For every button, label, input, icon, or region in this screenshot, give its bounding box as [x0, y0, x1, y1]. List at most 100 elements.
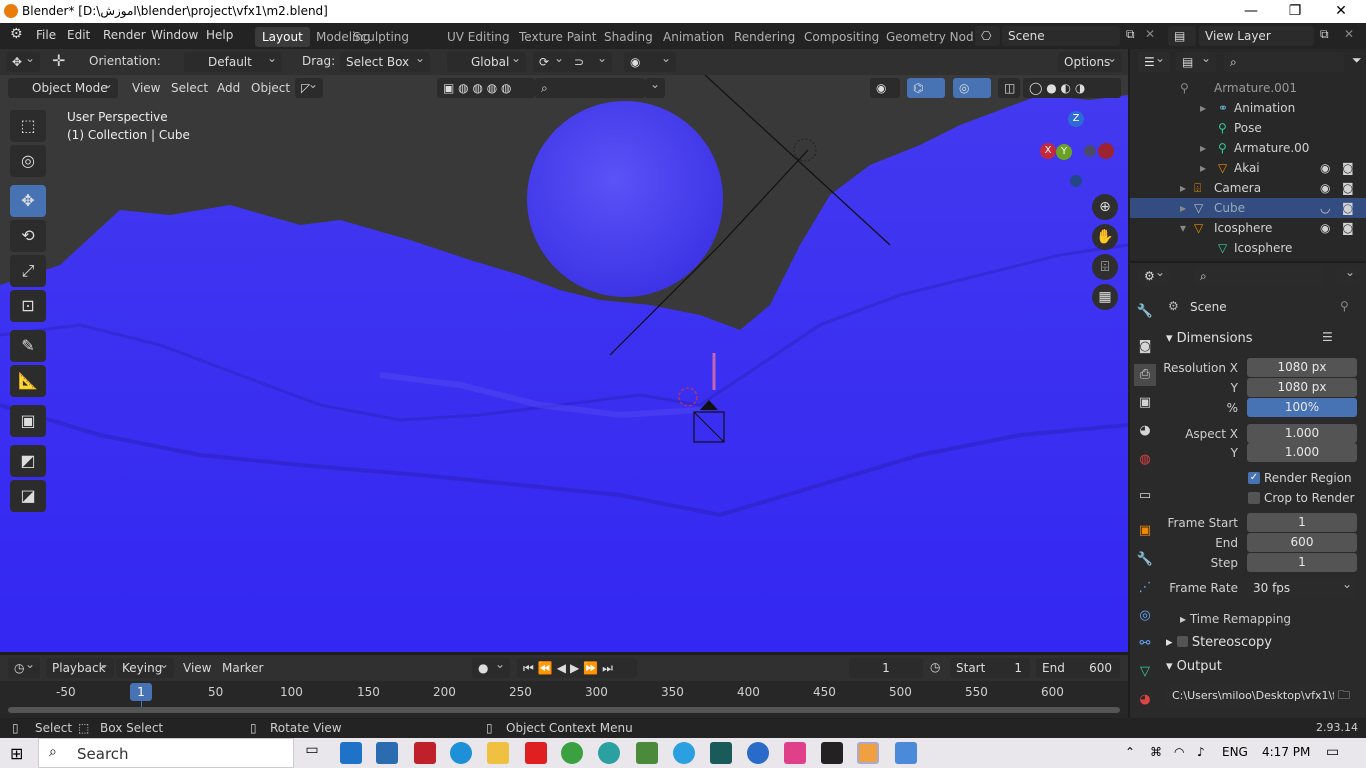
- app-icon[interactable]: [636, 742, 658, 764]
- app-icon[interactable]: [414, 742, 436, 764]
- overlay-toggle-icon[interactable]: ◎: [953, 78, 991, 98]
- instagram-icon[interactable]: [784, 742, 806, 764]
- timeline-scrollbar[interactable]: [8, 707, 1120, 713]
- timeline-menu-view[interactable]: View: [183, 661, 211, 675]
- properties-search-icon[interactable]: ⌕: [1194, 266, 1324, 286]
- start-frame-field[interactable]: Start 1: [950, 658, 1030, 678]
- file-explorer-icon[interactable]: [487, 742, 509, 764]
- editor-type-icon[interactable]: ✥: [6, 51, 40, 72]
- view-layer-field[interactable]: View Layer: [1199, 26, 1314, 46]
- edge-icon[interactable]: [450, 742, 472, 764]
- view-layer-new-icon[interactable]: ⧉: [1320, 27, 1329, 42]
- app-icon[interactable]: [710, 742, 732, 764]
- language-indicator[interactable]: ENG: [1222, 745, 1248, 759]
- data-tab-icon[interactable]: ▽: [1134, 661, 1156, 683]
- outliner-row-icosphere[interactable]: ▾ ▽ Icosphere ◉ ◙: [1130, 218, 1366, 238]
- measure-tool-icon[interactable]: 📐: [10, 365, 46, 397]
- stereoscopy-section[interactable]: ▸ Stereoscopy: [1166, 635, 1272, 650]
- render-tab-icon[interactable]: ◙: [1134, 336, 1156, 358]
- gizmo-toggle-icon[interactable]: ⌬: [907, 78, 945, 98]
- maximize-button[interactable]: ❐: [1272, 0, 1318, 23]
- app-icon[interactable]: [895, 742, 917, 764]
- viewport-search-icon[interactable]: ⌕: [535, 78, 645, 98]
- playhead[interactable]: 1: [130, 683, 152, 701]
- outliner-row-armature00[interactable]: ▸ ⚲ Armature.00: [1130, 138, 1366, 158]
- transform-affect-icon[interactable]: ◸: [295, 77, 323, 98]
- add-cube-tool-icon[interactable]: ▣: [10, 405, 46, 437]
- outliner-row-pose[interactable]: ⚲ Pose: [1130, 118, 1366, 138]
- render-camera-icon[interactable]: ◙: [1342, 161, 1354, 175]
- gizmo-neg-z-axis[interactable]: [1070, 175, 1082, 187]
- scene-selector-icon[interactable]: ⎔: [975, 26, 1000, 46]
- eye-hidden-icon[interactable]: ◡: [1320, 201, 1330, 215]
- blender-menu-icon[interactable]: ⚙: [10, 26, 23, 42]
- end-frame-field[interactable]: End 600: [1036, 658, 1120, 678]
- constraints-tab-icon[interactable]: ⚯: [1134, 633, 1156, 655]
- keying-menu[interactable]: Keying: [116, 657, 174, 678]
- view-layer-tab-icon[interactable]: ▣: [1134, 392, 1156, 414]
- tab-rendering[interactable]: Rendering: [727, 27, 802, 47]
- app-icon[interactable]: [340, 742, 362, 764]
- object-tab-icon[interactable]: ▣: [1134, 520, 1156, 542]
- proportional-edit-icon[interactable]: ◉: [624, 51, 676, 72]
- viewport-filter-dropdown[interactable]: [645, 77, 665, 98]
- record-icon[interactable]: ●: [472, 657, 510, 678]
- app-icon[interactable]: [747, 742, 769, 764]
- outliner-row-armature001[interactable]: ⚲ Armature.001: [1130, 78, 1366, 98]
- spin-tool-icon[interactable]: ◪: [10, 480, 46, 512]
- frame-rate-dropdown[interactable]: 30 fps: [1247, 577, 1357, 598]
- physics-tab-icon[interactable]: ◎: [1134, 605, 1156, 627]
- menu-edit[interactable]: Edit: [67, 28, 90, 42]
- output-tab-icon[interactable]: ⎙: [1134, 364, 1156, 386]
- outliner-row-animation[interactable]: ▸ ⚭ Animation: [1130, 98, 1366, 118]
- resolution-percent-field[interactable]: 100%: [1247, 398, 1357, 417]
- cursor-tool-icon[interactable]: ◎: [10, 145, 46, 177]
- clock-time[interactable]: 4:17 PM: [1262, 745, 1310, 759]
- visibility-icon[interactable]: ◉: [870, 78, 900, 98]
- pan-hand-icon[interactable]: ✋: [1092, 224, 1118, 250]
- ortho-grid-icon[interactable]: ▦: [1092, 284, 1118, 310]
- playback-controls[interactable]: ⏮⏪◀▶⏩⏭: [517, 658, 637, 678]
- render-camera-icon[interactable]: ◙: [1342, 221, 1354, 235]
- outliner-row-icosphere-data[interactable]: ▽ Icosphere: [1130, 238, 1366, 258]
- tab-sculpting[interactable]: Sculpting: [346, 27, 416, 47]
- playback-menu[interactable]: Playback: [46, 657, 114, 678]
- render-camera-icon[interactable]: ◙: [1342, 201, 1354, 215]
- material-tab-icon[interactable]: ◕: [1134, 689, 1156, 711]
- scene-name-field[interactable]: Scene: [1002, 26, 1120, 46]
- shading-mode-icons[interactable]: ◯ ● ◐ ◑: [1023, 78, 1121, 98]
- filter-icon[interactable]: ⏷: [1352, 53, 1362, 68]
- app-icon[interactable]: [376, 742, 398, 764]
- aspect-x-field[interactable]: 1.000: [1247, 424, 1357, 443]
- taskbar-search-box[interactable]: ⌕ Search: [38, 738, 294, 768]
- zoom-icon[interactable]: ⊕: [1092, 194, 1118, 220]
- render-camera-icon[interactable]: ◙: [1342, 181, 1354, 195]
- properties-editor-icon[interactable]: ⚙: [1138, 265, 1170, 286]
- tool-tab-icon[interactable]: 🔧: [1134, 301, 1156, 323]
- menu-window[interactable]: Window: [151, 28, 198, 42]
- pivot-point-icon[interactable]: ⟳: [533, 51, 569, 72]
- gizmo-x-axis[interactable]: X: [1040, 143, 1056, 159]
- current-frame-field[interactable]: 1: [849, 658, 923, 678]
- annotate-tool-icon[interactable]: ✎: [10, 330, 46, 362]
- scale-tool-icon[interactable]: ⤢: [10, 255, 46, 287]
- collection-tab-icon[interactable]: ▭: [1134, 485, 1156, 507]
- windows-start-icon[interactable]: ⊞: [10, 744, 23, 763]
- pin-icon[interactable]: ⚲: [1340, 299, 1349, 313]
- move-tool-button[interactable]: ✥: [10, 185, 46, 217]
- tab-shading[interactable]: Shading: [597, 27, 660, 47]
- eye-icon[interactable]: ◉: [1320, 161, 1330, 175]
- gizmo-neg-x-axis[interactable]: [1098, 143, 1114, 159]
- outliner-editor-icon[interactable]: ☰: [1138, 51, 1170, 72]
- dimensions-section[interactable]: ▾ Dimensions: [1166, 331, 1253, 346]
- orientation-dropdown[interactable]: Default: [184, 51, 282, 72]
- clock-icon[interactable]: ◷: [930, 660, 940, 674]
- view-layer-icon[interactable]: ▤: [1168, 26, 1196, 46]
- drag-dropdown[interactable]: Select Box: [340, 51, 430, 72]
- tab-layout[interactable]: Layout: [255, 27, 310, 47]
- select-mode-icons[interactable]: ▣ ◍ ◍ ◍ ◍: [437, 78, 535, 98]
- scene-new-icon[interactable]: ⧉: [1126, 27, 1135, 42]
- view-layer-remove-icon[interactable]: ✕: [1344, 27, 1354, 41]
- tab-uv-editing[interactable]: UV Editing: [440, 27, 517, 47]
- scene-tab-icon[interactable]: ◕: [1134, 420, 1156, 442]
